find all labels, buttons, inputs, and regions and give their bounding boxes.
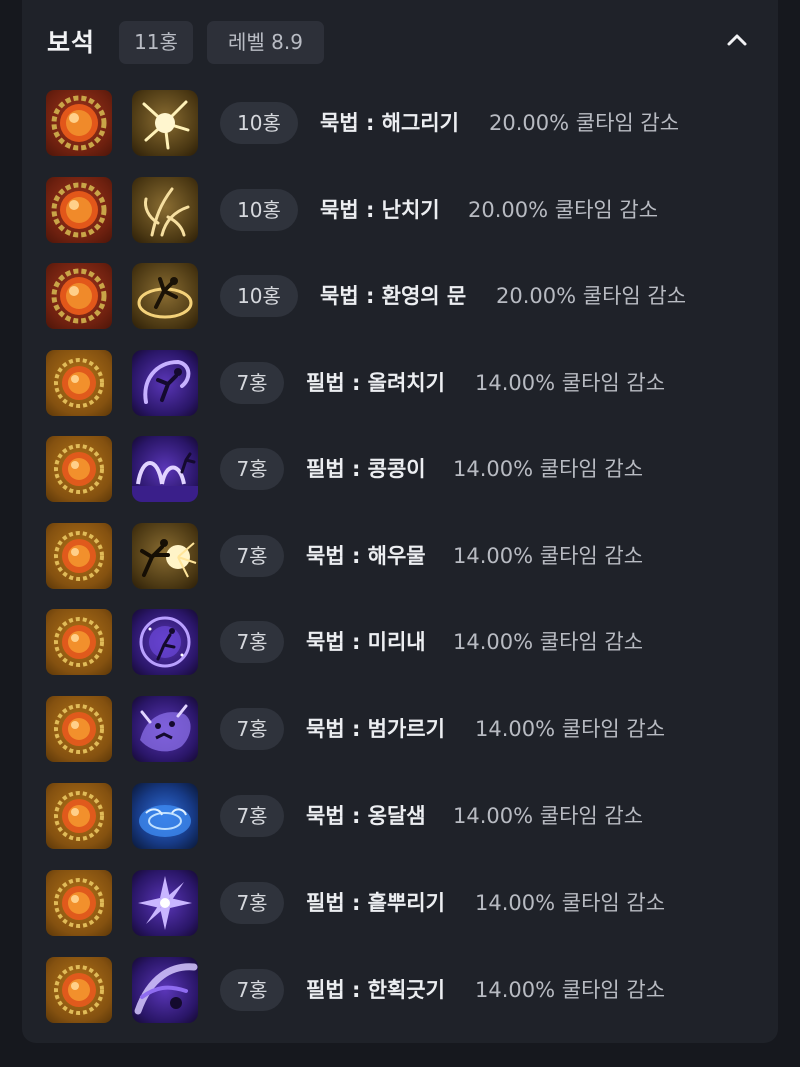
skill-galaxy-icon	[132, 609, 198, 675]
tier10-gem-icon	[46, 263, 112, 329]
gem-level-badge: 10홍	[220, 275, 298, 317]
gem-effect: 14.00% 쿨타임 감소	[475, 371, 666, 395]
skill-name: 필법 : 흩뿌리기	[306, 891, 445, 915]
gem-level-badge: 7홍	[220, 795, 284, 837]
gem-panel: 보석 11홍 레벨 8.9 10홍 묵법 : 해그리기 20.00% 쿨타임 감…	[22, 0, 778, 1043]
tier7-gem-icon	[46, 870, 112, 936]
gem-effect: 20.00% 쿨타임 감소	[496, 284, 687, 308]
skill-name: 묵법 : 환영의 문	[320, 284, 467, 308]
gem-row[interactable]: 10홍 묵법 : 난치기 20.00% 쿨타임 감소	[22, 175, 778, 245]
section-title: 보석	[47, 28, 96, 57]
skill-stroke-icon	[132, 957, 198, 1023]
gem-effect: 14.00% 쿨타임 감소	[475, 891, 666, 915]
skill-spring-icon	[132, 783, 198, 849]
gem-level-badge: 7홍	[220, 882, 284, 924]
gem-level-badge: 10홍	[220, 102, 298, 144]
skill-name: 필법 : 콩콩이	[306, 457, 426, 481]
skill-name: 필법 : 한획긋기	[306, 978, 445, 1002]
gem-row[interactable]: 10홍 묵법 : 환영의 문 20.00% 쿨타임 감소	[22, 261, 778, 331]
collapse-button[interactable]	[719, 22, 755, 58]
gem-row[interactable]: 7홍 묵법 : 범가르기 14.00% 쿨타임 감소	[22, 694, 778, 764]
skill-strike-icon	[132, 523, 198, 589]
gem-row[interactable]: 7홍 필법 : 한획긋기 14.00% 쿨타임 감소	[22, 955, 778, 1025]
gem-effect: 20.00% 쿨타임 감소	[468, 198, 659, 222]
skill-hop-icon	[132, 436, 198, 502]
skill-name: 묵법 : 옹달샘	[306, 804, 426, 828]
tier7-gem-icon	[46, 523, 112, 589]
skill-name: 묵법 : 범가르기	[306, 717, 445, 741]
skill-name: 필법 : 올려치기	[306, 371, 445, 395]
gem-level-badge: 7홍	[220, 535, 284, 577]
gem-row[interactable]: 7홍 필법 : 콩콩이 14.00% 쿨타임 감소	[22, 434, 778, 504]
gem-effect: 14.00% 쿨타임 감소	[475, 717, 666, 741]
gem-effect: 20.00% 쿨타임 감소	[489, 111, 680, 135]
gem-row[interactable]: 7홍 필법 : 올려치기 14.00% 쿨타임 감소	[22, 348, 778, 418]
gem-level-badge: 7홍	[220, 621, 284, 663]
gem-effect: 14.00% 쿨타임 감소	[453, 630, 644, 654]
tier7-gem-icon	[46, 783, 112, 849]
gem-row[interactable]: 10홍 묵법 : 해그리기 20.00% 쿨타임 감소	[22, 88, 778, 158]
gem-level-chip: 레벨 8.9	[207, 21, 324, 64]
skill-name: 묵법 : 난치기	[320, 198, 440, 222]
tier7-gem-icon	[46, 609, 112, 675]
chevron-up-icon	[727, 34, 747, 46]
tier7-gem-icon	[46, 957, 112, 1023]
skill-tiger-icon	[132, 696, 198, 762]
gem-level-badge: 7홍	[220, 969, 284, 1011]
skill-name: 묵법 : 미리내	[306, 630, 426, 654]
gem-effect: 14.00% 쿨타임 감소	[453, 457, 644, 481]
gem-count-chip: 11홍	[119, 21, 193, 64]
skill-uppercut-icon	[132, 350, 198, 416]
gem-row[interactable]: 7홍 묵법 : 해우물 14.00% 쿨타임 감소	[22, 521, 778, 591]
gem-row[interactable]: 7홍 묵법 : 옹달샘 14.00% 쿨타임 감소	[22, 781, 778, 851]
gem-level-badge: 7홍	[220, 708, 284, 750]
tier10-gem-icon	[46, 177, 112, 243]
tier7-gem-icon	[46, 350, 112, 416]
skill-orchid-icon	[132, 177, 198, 243]
gem-level-badge: 7홍	[220, 362, 284, 404]
gem-level-badge: 7홍	[220, 448, 284, 490]
gem-effect: 14.00% 쿨타임 감소	[453, 544, 644, 568]
gem-effect: 14.00% 쿨타임 감소	[453, 804, 644, 828]
gem-effect: 14.00% 쿨타임 감소	[475, 978, 666, 1002]
skill-name: 묵법 : 해그리기	[320, 111, 459, 135]
gem-level-badge: 10홍	[220, 189, 298, 231]
tier7-gem-icon	[46, 436, 112, 502]
skill-burst-icon	[132, 90, 198, 156]
gem-panel-header: 보석 11홍 레벨 8.9	[22, 0, 778, 84]
skill-name: 묵법 : 해우물	[306, 544, 426, 568]
gem-row[interactable]: 7홍 묵법 : 미리내 14.00% 쿨타임 감소	[22, 607, 778, 677]
gem-row[interactable]: 7홍 필법 : 흩뿌리기 14.00% 쿨타임 감소	[22, 868, 778, 938]
skill-portal-icon	[132, 263, 198, 329]
skill-scatter-icon	[132, 870, 198, 936]
tier10-gem-icon	[46, 90, 112, 156]
tier7-gem-icon	[46, 696, 112, 762]
